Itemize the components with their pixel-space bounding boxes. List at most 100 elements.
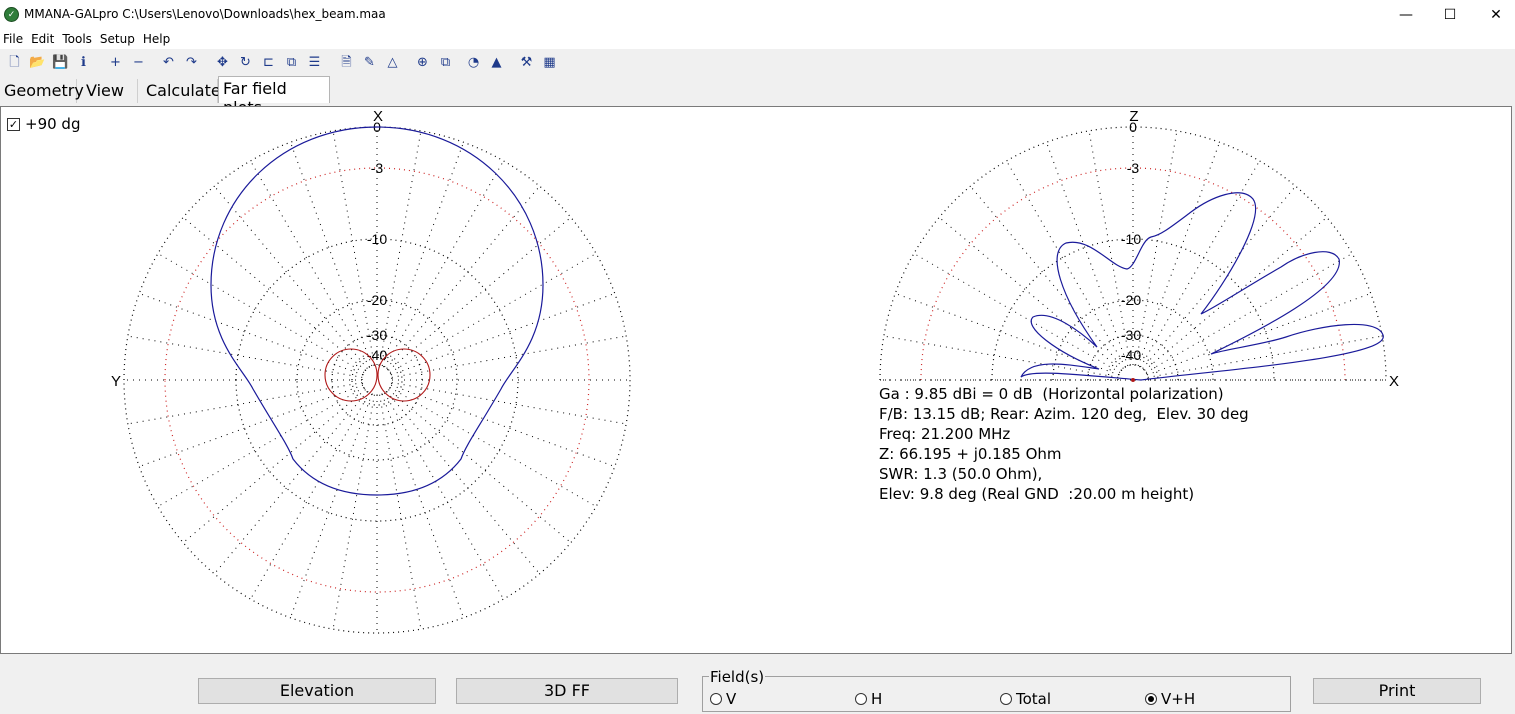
stretch-icon[interactable]: ⊏ (260, 54, 277, 71)
info-elevation: Elev: 9.8 deg (Real GND :20.00 m height) (879, 485, 1195, 503)
radio-v-plus-h-circle[interactable] (1145, 693, 1157, 705)
field-radio-total[interactable]: Total (1000, 690, 1051, 708)
radio-v-plus-h-label: V+H (1161, 690, 1196, 708)
info-gain: Ga : 9.85 dBi = 0 dB (Horizontal polariz… (879, 385, 1224, 403)
plots-canvas: 0 -3 -10 -20 -30 -40 X Y 0 -3 -10 -20 -3… (111, 108, 1399, 634)
copy-icon[interactable]: ⧉ (437, 54, 454, 71)
azimuth-grid-spoke (381, 142, 465, 367)
azimuth-grid-spoke (213, 185, 368, 369)
edit-icon[interactable]: ✎ (361, 54, 378, 71)
copy-element-icon[interactable]: ⧉ (283, 54, 300, 71)
azimuth-grid-spoke (391, 335, 627, 378)
elevation-button[interactable]: Elevation (198, 678, 436, 704)
open-folder-icon[interactable]: 📂 (29, 54, 46, 71)
elevation-origin-marker (1131, 378, 1135, 382)
azimuth-ring-label-30: -30 (367, 327, 387, 343)
elevation-axis-z-label: Z (1129, 108, 1138, 125)
tools-icon[interactable]: ⚒ (518, 54, 535, 71)
azimuth-grid-spoke (157, 253, 365, 373)
elevation-grid-spoke (938, 216, 1122, 371)
target-icon[interactable]: ⊕ (414, 54, 431, 71)
pattern-icon[interactable]: ◔ (465, 54, 482, 71)
azimuth-ring-label-20: -20 (367, 292, 387, 308)
azimuth-grid-spoke (139, 384, 364, 468)
elevation-axis-x-label: X (1389, 373, 1399, 390)
close-button[interactable]: ✕ (1473, 0, 1515, 29)
elevation-grid-spoke (1006, 160, 1126, 368)
plus-90-dg-checkbox[interactable]: ✓ (7, 117, 20, 131)
azimuth-grid-spoke (388, 389, 572, 544)
app-logo-icon: ✓ (4, 7, 19, 22)
menu-edit[interactable]: Edit (28, 29, 59, 49)
elevation-grid-spoke (1137, 142, 1221, 367)
field-radio-h[interactable]: H (855, 690, 882, 708)
rotate-icon[interactable]: ↻ (237, 54, 254, 71)
elevation-ring-label-3: -3 (1127, 160, 1140, 176)
elevation-ring-label-40: -40 (1121, 347, 1141, 363)
azimuth-grid-spoke (182, 216, 366, 371)
azimuth-ring-label-40: -40 (367, 347, 387, 363)
fields-group-label: Field(s) (709, 668, 766, 686)
radio-total-circle[interactable] (1000, 693, 1012, 705)
azimuth-axis-x-label: X (373, 108, 383, 125)
undo-icon[interactable]: ↶ (160, 54, 177, 71)
tab-calculate[interactable]: Calculate (142, 79, 221, 103)
3d-ff-button[interactable]: 3D FF (456, 678, 678, 704)
elevation-pattern-curve (1020, 192, 1384, 381)
azimuth-axis-y-label: Y (111, 373, 121, 390)
move-icon[interactable]: ✥ (214, 54, 231, 71)
triangle-icon[interactable]: △ (384, 54, 401, 71)
elevation-grid-spoke (913, 253, 1121, 373)
title-bar: ✓ MMANA-GALpro C:\Users\Lenovo\Downloads… (0, 0, 1515, 29)
new-file-icon[interactable]: 🗋 (6, 54, 23, 71)
azimuth-grid-spoke (390, 292, 615, 376)
azimuth-grid-spoke (384, 392, 504, 600)
fields-group (702, 676, 1291, 712)
radio-h-circle[interactable] (855, 693, 867, 705)
azimuth-grid-spoke (250, 160, 370, 368)
plus-90-dg-label: +90 dg (25, 115, 81, 133)
azimuth-grid-spoke (139, 292, 364, 376)
field-radio-v-plus-h[interactable]: V+H (1145, 690, 1195, 708)
split-icon[interactable]: ☰ (306, 54, 323, 71)
menu-tools[interactable]: Tools (59, 29, 97, 49)
antenna-info-block: Ga : 9.85 dBi = 0 dB (Horizontal polariz… (879, 384, 1249, 504)
remove-icon[interactable]: − (130, 54, 147, 71)
azimuth-ring-label-10: -10 (367, 231, 387, 247)
calculator-icon[interactable]: ▦ (541, 54, 558, 71)
field-radio-v[interactable]: V (710, 690, 736, 708)
menu-help[interactable]: Help (140, 29, 175, 49)
tab-far-field-plots[interactable]: Far field plots (218, 76, 330, 117)
info-icon[interactable]: ℹ (75, 54, 92, 71)
redo-icon[interactable]: ↷ (183, 54, 200, 71)
azimuth-grid-spoke (386, 391, 541, 575)
color-3d-icon[interactable]: ▲ (488, 54, 505, 71)
print-button[interactable]: Print (1313, 678, 1481, 704)
radio-v-circle[interactable] (710, 693, 722, 705)
elevation-ring-label-30: -30 (1121, 327, 1141, 343)
save-icon[interactable]: 💾 (52, 54, 69, 71)
azimuth-ring-label-3: -3 (371, 160, 384, 176)
add-icon[interactable]: + (107, 54, 124, 71)
minimize-button[interactable]: — (1383, 0, 1429, 29)
radio-v-label: V (726, 690, 737, 708)
menu-file[interactable]: File (0, 29, 28, 49)
azimuth-grid-spoke (289, 393, 373, 618)
azimuth-grid-spoke (384, 160, 504, 368)
azimuth-grid-spoke (386, 185, 541, 369)
info-frequency: Freq: 21.200 MHz (879, 425, 1011, 443)
maximize-button[interactable]: ☐ (1427, 0, 1473, 29)
window-title: MMANA-GALpro C:\Users\Lenovo\Downloads\h… (24, 7, 386, 21)
azimuth-grid-spoke (289, 142, 373, 367)
tab-view[interactable]: View (82, 79, 138, 103)
info-swr: SWR: 1.3 (50.0 Ohm), (879, 465, 1043, 483)
azimuth-grid-spoke (127, 335, 363, 378)
info-front-back: F/B: 13.15 dB; Rear: Azim. 120 deg, Elev… (879, 405, 1249, 423)
plus-90-dg-checkbox-row[interactable]: ✓ +90 dg (7, 115, 80, 133)
tab-geometry[interactable]: Geometry (0, 79, 84, 103)
azimuth-grid-spoke (127, 382, 363, 425)
sheet-icon[interactable]: 🗎 (338, 54, 355, 71)
menu-setup[interactable]: Setup (97, 29, 140, 49)
elevation-grid-spoke (1145, 253, 1353, 373)
azimuth-grid-spoke (332, 394, 375, 630)
